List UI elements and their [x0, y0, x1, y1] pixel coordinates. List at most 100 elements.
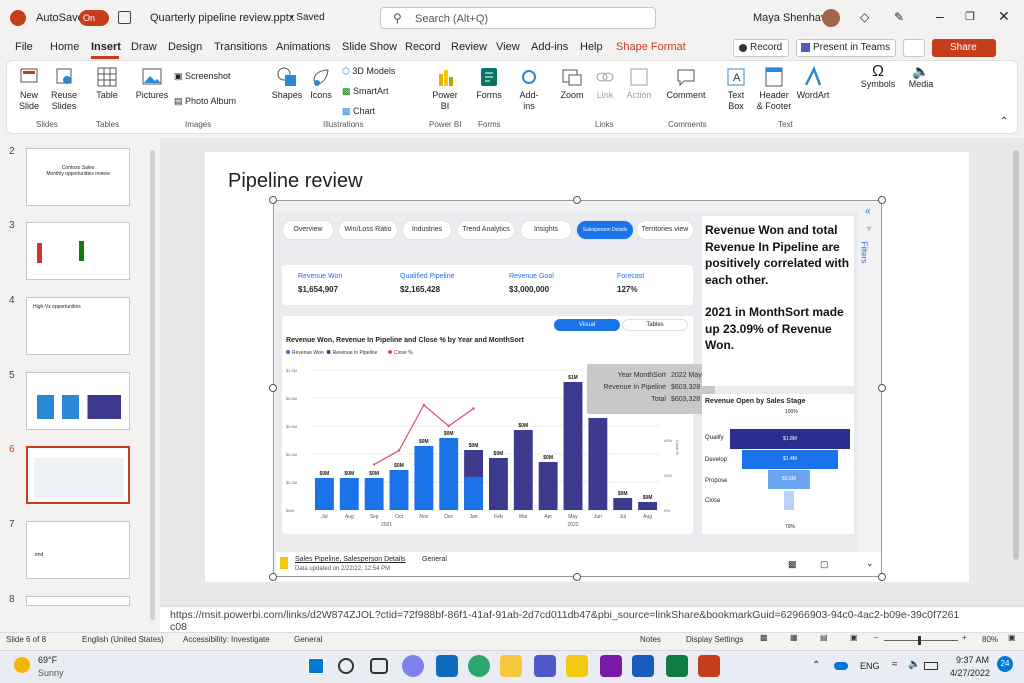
tab-transitions[interactable]: Transitions	[214, 41, 267, 53]
text-box-button[interactable]: A Text Box	[722, 66, 750, 112]
screenshot-button[interactable]: ▣ Screenshot	[174, 71, 231, 82]
weather-desc[interactable]: Sunny	[38, 668, 64, 678]
slide-thumbnail-8[interactable]	[26, 596, 130, 606]
display-settings-button[interactable]: Display Settings	[686, 635, 743, 644]
windows-start-icon[interactable]	[305, 655, 327, 677]
avatar[interactable]	[822, 9, 840, 27]
tab-design[interactable]: Design	[168, 41, 202, 53]
tab-home[interactable]: Home	[50, 41, 79, 53]
autosave-toggle[interactable]: On	[79, 10, 109, 26]
slide-thumbnail-7[interactable]: end	[26, 521, 130, 579]
zoom-out-icon[interactable]: –	[874, 633, 878, 642]
tab-animations[interactable]: Animations	[276, 41, 330, 53]
photo-album-button[interactable]: ▤ Photo Album	[174, 96, 236, 107]
diamond-icon[interactable]: ◇	[860, 10, 869, 24]
selection-handle[interactable]	[878, 384, 886, 392]
outlook-icon[interactable]	[436, 655, 458, 677]
save-icon[interactable]	[118, 11, 131, 24]
funnel-bar[interactable]: $1.8M	[730, 429, 850, 449]
tab-shape-format[interactable]: Shape Format	[616, 41, 686, 53]
funnel-bar[interactable]	[784, 491, 794, 510]
selection-handle[interactable]	[878, 573, 886, 581]
filters-pane[interactable]: « ▿ Filters	[859, 206, 881, 266]
bar-line-chart[interactable]: Revenue Won, Revenue In Pipeline and Clo…	[282, 330, 693, 530]
header-footer-button[interactable]: Header & Footer	[754, 66, 794, 112]
fit-slide-icon[interactable]: ▣	[1008, 633, 1016, 642]
funnel-bar[interactable]: $0.6M	[768, 470, 810, 489]
chevron-up-icon[interactable]: ⌃	[812, 660, 820, 671]
pbi-tab-insights[interactable]: Insights	[520, 220, 572, 240]
forms-button[interactable]: Forms	[474, 66, 504, 101]
slide-thumbnail-3[interactable]	[26, 222, 130, 280]
powerpoint-app-icon[interactable]	[698, 655, 720, 677]
pbi-tab-industries[interactable]: Industries	[402, 220, 452, 240]
search-box[interactable]: ⚲ Search (Alt+Q)	[380, 7, 656, 29]
new-slide-button[interactable]: New Slide	[14, 66, 44, 112]
chart-button[interactable]: ▩ Chart	[342, 106, 375, 117]
restore-icon[interactable]: ❐	[965, 10, 975, 23]
zoom-slider-thumb[interactable]	[918, 636, 921, 645]
close-icon[interactable]: ✕	[998, 8, 1010, 25]
zoom-level[interactable]: 80%	[982, 635, 998, 644]
shapes-button[interactable]: Shapes	[270, 66, 304, 101]
onedrive-icon[interactable]	[834, 662, 848, 670]
record-button[interactable]: Record	[733, 39, 789, 57]
collapse-ribbon-icon[interactable]: ⌃	[1000, 116, 1008, 127]
present-in-teams-button[interactable]: Present in Teams	[796, 39, 896, 57]
comment-button[interactable]: Comment	[666, 66, 706, 101]
slide-thumbnail-6[interactable]	[26, 446, 130, 504]
selection-handle[interactable]	[573, 196, 581, 204]
symbols-button[interactable]: Ω Symbols	[860, 64, 896, 90]
reading-view-icon[interactable]: ▤	[820, 633, 828, 642]
weather-temp[interactable]: 69°F	[38, 655, 57, 665]
slideshow-icon[interactable]: ▣	[850, 633, 858, 642]
tab-file[interactable]: File	[15, 41, 33, 53]
battery-icon[interactable]	[924, 662, 938, 670]
smartart-button[interactable]: ▩ SmartArt	[342, 86, 389, 97]
wifi-icon[interactable]: ≈	[892, 659, 898, 670]
action-button[interactable]: Action	[624, 66, 654, 101]
selection-handle[interactable]	[878, 196, 886, 204]
slide-sorter-icon[interactable]: ▦	[790, 633, 798, 642]
notes-button[interactable]: Notes	[640, 635, 661, 644]
tab-slide-show[interactable]: Slide Show	[342, 41, 397, 53]
word-icon[interactable]	[632, 655, 654, 677]
page-title[interactable]: Pipeline review	[228, 170, 363, 193]
file-explorer-icon[interactable]	[500, 655, 522, 677]
3d-models-button[interactable]: ⬡ 3D Models	[342, 66, 395, 77]
tab-draw[interactable]: Draw	[131, 41, 157, 53]
zoom-in-icon[interactable]: +	[962, 633, 967, 642]
notes-url[interactable]: https://msit.powerbi.com/links/d2W874ZJO…	[170, 609, 960, 633]
media-button[interactable]: 🔈 Media	[906, 64, 936, 90]
tab-view[interactable]: View	[496, 41, 520, 53]
onenote-icon[interactable]	[600, 655, 622, 677]
tab-insert[interactable]: Insert	[91, 41, 121, 53]
expand-icon[interactable]: ▢	[820, 559, 829, 570]
zoom-button[interactable]: Zoom	[558, 66, 586, 101]
user-name[interactable]: Maya Shenhav	[753, 12, 826, 24]
icons-button[interactable]: Icons	[306, 66, 336, 101]
slide-thumbnail-2[interactable]: Contoso Sales Monthly opportunities revie…	[26, 148, 130, 206]
clock-date[interactable]: 4/27/2022	[950, 668, 990, 678]
add-ins-button[interactable]: Add- ins	[516, 66, 542, 112]
selection-handle[interactable]	[269, 196, 277, 204]
chevron-down-icon[interactable]: ⌄	[866, 558, 874, 569]
clock-time[interactable]: 9:37 AM	[956, 655, 989, 665]
zoom-slider[interactable]	[884, 636, 958, 645]
reuse-slides-button[interactable]: Reuse Slides	[48, 66, 80, 112]
pictures-button[interactable]: Pictures	[135, 66, 169, 101]
vertical-scrollbar[interactable]	[1013, 150, 1019, 560]
selection-handle[interactable]	[269, 573, 277, 581]
selection-handle[interactable]	[269, 384, 277, 392]
pbi-tab-overview[interactable]: Overview	[282, 220, 334, 240]
tab-review[interactable]: Review	[451, 41, 487, 53]
table-button[interactable]: Table	[92, 66, 122, 101]
tab-record[interactable]: Record	[405, 41, 440, 53]
teams-icon[interactable]	[534, 655, 556, 677]
wordart-button[interactable]: WordArt	[796, 66, 830, 101]
sensitivity[interactable]: General	[294, 635, 322, 644]
notification-badge[interactable]: 24	[997, 656, 1013, 672]
edge-icon[interactable]	[468, 655, 490, 677]
pbi-tab-trend-analytics[interactable]: Trend Analytics	[457, 220, 515, 240]
task-view-icon[interactable]	[370, 658, 388, 674]
